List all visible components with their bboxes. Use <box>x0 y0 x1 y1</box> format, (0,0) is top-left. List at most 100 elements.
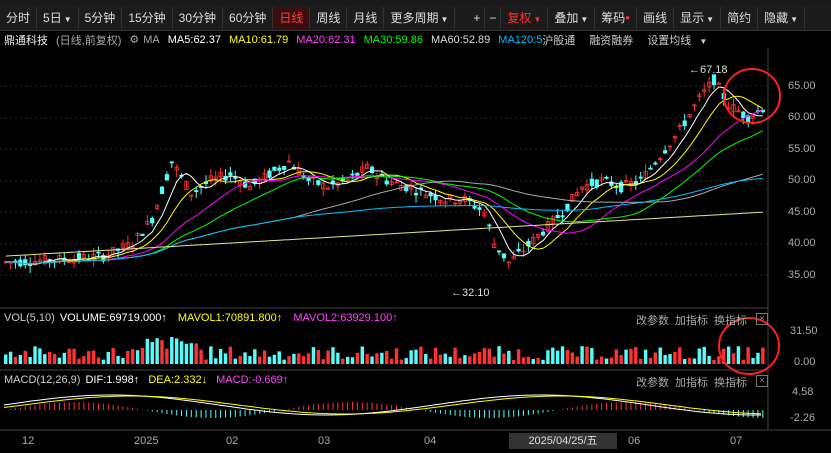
macd-dea: DEA:2.332 <box>148 374 202 386</box>
volume-bar <box>165 348 169 364</box>
volume-bar <box>687 357 692 364</box>
volume-bar <box>350 357 355 364</box>
volume-bar <box>218 348 223 364</box>
volume-bar <box>448 356 452 364</box>
candle-body <box>267 170 272 178</box>
volume-bar <box>277 351 281 364</box>
volume-bar <box>57 357 62 364</box>
volume-bar <box>375 353 379 364</box>
candle-body <box>384 180 389 185</box>
ma-line <box>5 86 763 265</box>
price-axis-label: 60.00 <box>788 111 816 123</box>
volume-bar <box>233 358 237 364</box>
volume-bar <box>106 351 110 364</box>
volume-bar <box>292 353 296 364</box>
candle-body <box>194 190 199 192</box>
candle-body <box>663 150 668 154</box>
candle-body <box>565 203 570 212</box>
vol-close-icon[interactable]: × <box>756 313 768 325</box>
volume-bar <box>458 358 462 364</box>
volume-bar <box>648 357 653 364</box>
candle-body <box>477 207 482 210</box>
macd-huanzhibiao-button[interactable]: 换指标 <box>714 374 747 390</box>
volume-bar <box>551 347 555 364</box>
volume-bar <box>184 343 189 364</box>
volume-bar <box>126 351 130 364</box>
vol-huanzhibiao-button[interactable]: 换指标 <box>714 312 747 328</box>
candle-body <box>350 173 355 176</box>
vol-gaicanshu-button[interactable]: 改参数 <box>636 312 669 328</box>
candle-body <box>433 194 438 201</box>
volume-bar <box>204 359 208 364</box>
volume-bar <box>170 337 174 364</box>
volume-bar <box>702 346 706 364</box>
volume-bar <box>468 356 472 364</box>
candle-body <box>228 172 233 176</box>
high-price-value: 67.18 <box>700 64 728 76</box>
macd-axis-label: 4.58 <box>792 386 814 398</box>
x-axis-label: 03 <box>318 435 331 447</box>
x-axis-label: 06 <box>628 435 641 447</box>
volume-bar <box>262 350 267 364</box>
volume-bar <box>516 349 521 364</box>
volume-bar <box>4 354 8 364</box>
volume-bar <box>585 346 589 364</box>
volume-bar <box>199 349 203 364</box>
volume-bar <box>453 347 457 364</box>
volume-bar <box>189 343 194 364</box>
candle-body <box>496 250 502 253</box>
volume-bar <box>306 353 311 364</box>
macd-close-icon[interactable]: × <box>756 375 768 387</box>
volume-bar <box>194 343 198 364</box>
x-axis-label: 12 <box>22 435 35 447</box>
macd-axis-label: -2.26 <box>790 412 816 424</box>
volume-bar <box>267 356 272 364</box>
volume-bar <box>653 352 658 364</box>
macd-jiazhibiao-button[interactable]: 加指标 <box>675 374 708 390</box>
volume-bar <box>419 346 423 364</box>
candle-body <box>540 231 546 236</box>
volume-bar <box>301 356 306 364</box>
volume-bar <box>62 352 67 364</box>
volume-bar <box>629 348 633 364</box>
vol-volume: VOLUME:69719.000 <box>59 312 162 324</box>
ma-line <box>5 95 764 265</box>
macd-dif-line <box>3 394 762 416</box>
volume-bar <box>736 346 741 364</box>
volume-bar <box>555 350 560 364</box>
volume-bar <box>135 350 140 364</box>
volume-bar <box>101 359 106 364</box>
volume-bar <box>668 354 672 364</box>
volume-bar <box>731 353 736 364</box>
volume-bar <box>370 356 374 364</box>
volume-bar <box>482 348 487 364</box>
volume-bar <box>575 356 579 364</box>
volume-bar <box>443 353 448 364</box>
volume-bar <box>23 350 27 364</box>
candle-body <box>96 251 101 254</box>
volume-bar <box>692 358 697 364</box>
volume-bar <box>28 356 32 364</box>
candle-body <box>272 166 277 171</box>
volume-bar <box>116 355 120 364</box>
volume-bar <box>428 358 433 364</box>
volume-bar <box>77 358 81 364</box>
vol-axis-label: 31.50 <box>790 325 818 337</box>
volume-bar <box>96 357 101 364</box>
volume-bar <box>433 347 438 364</box>
macd-gaicanshu-button[interactable]: 改参数 <box>636 374 669 390</box>
ma-line <box>5 177 763 265</box>
vol-jiazhibiao-button[interactable]: 加指标 <box>675 312 708 328</box>
volume-bar <box>160 340 164 364</box>
volume-bar <box>155 338 159 364</box>
volume-bar <box>365 354 369 364</box>
volume-bar <box>8 351 13 364</box>
vol-axis-label: 0.00 <box>794 356 816 368</box>
volume-bar <box>507 350 511 364</box>
volume-bar <box>43 354 47 364</box>
macd-label: MACD(12,26,9) <box>4 374 81 386</box>
volume-bar <box>121 358 125 364</box>
volume-bar <box>111 347 115 364</box>
volume-bar <box>409 350 413 364</box>
volume-bar <box>223 353 228 364</box>
